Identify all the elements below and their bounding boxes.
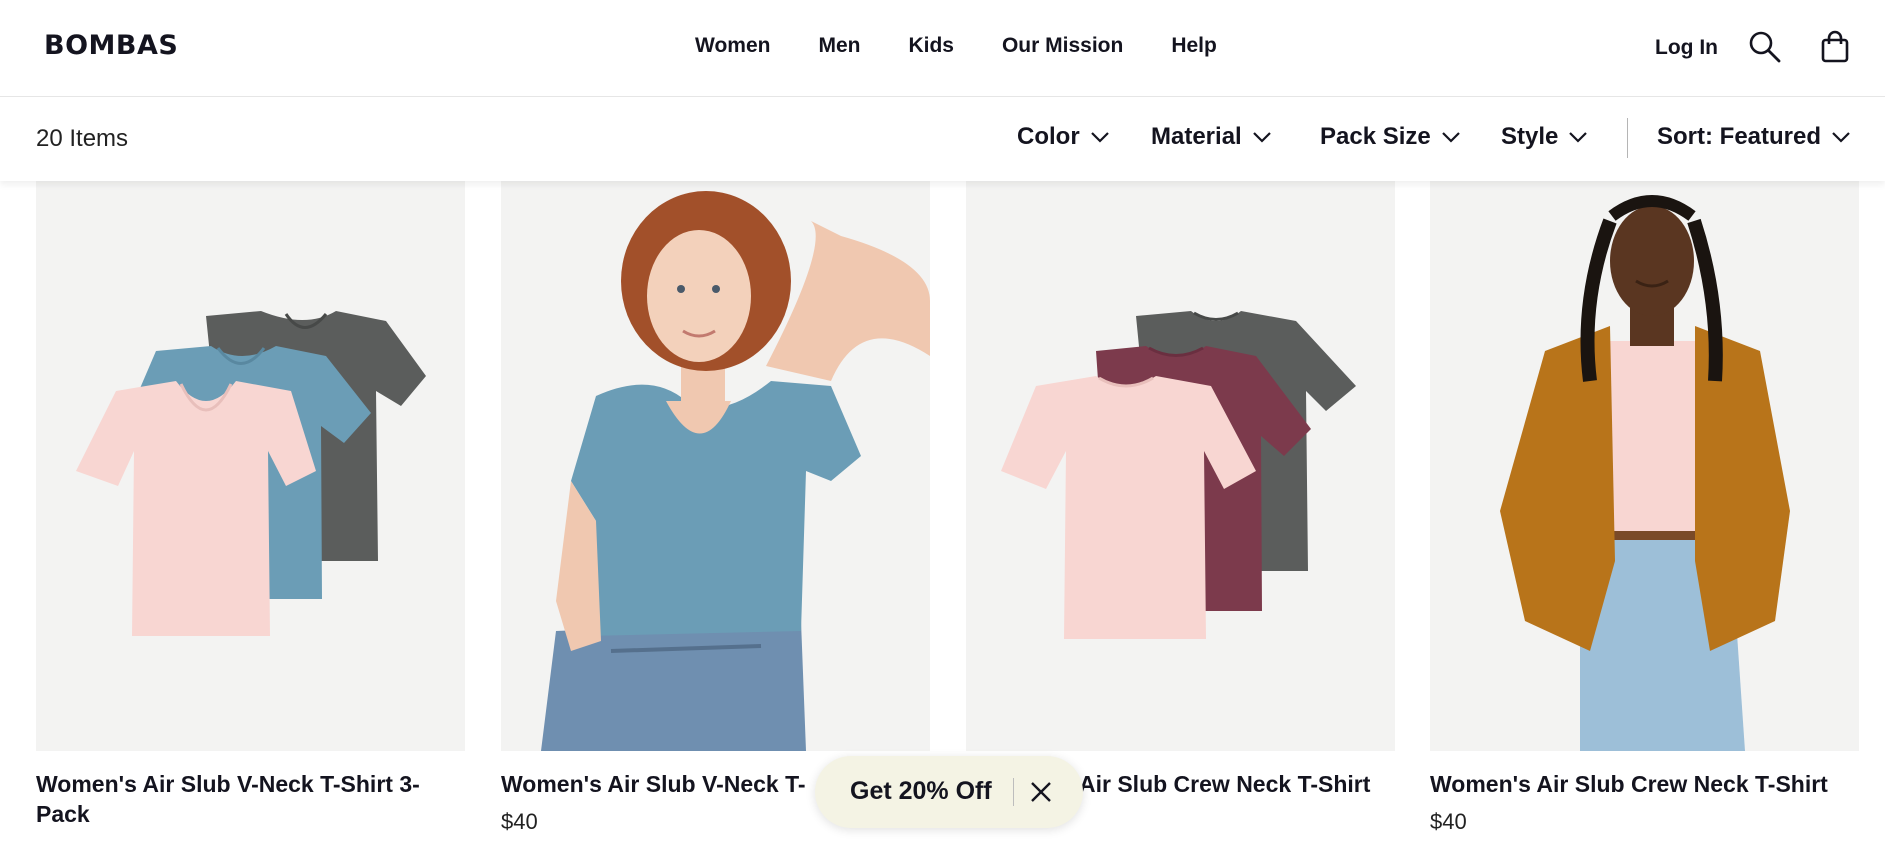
filter-material-label: Material (1151, 123, 1242, 150)
nav-women[interactable]: Women (695, 34, 770, 58)
chevron-down-icon (1252, 132, 1271, 143)
chevron-down-icon (1569, 132, 1588, 143)
filter-style-label: Style (1501, 123, 1559, 150)
sort-dropdown[interactable]: Sort: Featured (1657, 123, 1851, 151)
product-image[interactable] (501, 181, 930, 751)
product-image[interactable] (966, 181, 1395, 751)
search-icon[interactable] (1748, 30, 1782, 64)
filter-style[interactable]: Style (1501, 123, 1588, 151)
filter-pack-size[interactable]: Pack Size (1320, 123, 1461, 151)
sort-label: Sort: Featured (1657, 123, 1822, 150)
chevron-down-icon (1441, 132, 1460, 143)
nav-kids[interactable]: Kids (908, 34, 954, 58)
filter-pack-size-label: Pack Size (1320, 123, 1431, 150)
product-card[interactable]: Women's Air Slub V-Neck T-Shirt 3-Pack (36, 181, 465, 829)
product-name[interactable]: Women's Air Slub V-Neck T-Shirt 3-Pack (36, 769, 465, 829)
product-image[interactable] (36, 181, 465, 751)
product-grid: Women's Air Slub V-Neck T-Shirt 3-Pack W… (0, 181, 1885, 843)
filter-color[interactable]: Color (1017, 123, 1110, 151)
product-card[interactable]: Women's Air Slub Crew Neck T-Shirt $40 (1430, 181, 1859, 835)
filter-bar: 20 Items Color Material Pack Size Style … (0, 97, 1885, 181)
filter-material[interactable]: Material (1151, 123, 1272, 151)
promo-text[interactable]: Get 20% Off (850, 777, 992, 806)
bombas-logo[interactable]: BOMBAS (44, 30, 178, 61)
nav-help[interactable]: Help (1171, 34, 1217, 58)
item-count: 20 Items (36, 125, 129, 152)
login-link[interactable]: Log In (1655, 36, 1718, 60)
main-nav: Women Men Kids Our Mission Help (695, 34, 1217, 58)
chevron-down-icon (1832, 132, 1850, 143)
close-icon[interactable] (1027, 778, 1055, 806)
product-name[interactable]: Women's Air Slub Crew Neck T-Shirt (1430, 769, 1859, 799)
nav-our-mission[interactable]: Our Mission (1002, 34, 1123, 58)
site-header: BOMBAS Women Men Kids Our Mission Help L… (0, 0, 1885, 97)
filter-color-label: Color (1017, 123, 1080, 150)
product-card[interactable]: Air Slub Crew Neck T-Shirt (966, 181, 1395, 799)
shopping-bag-icon[interactable] (1818, 30, 1852, 64)
product-price: $40 (1430, 809, 1467, 834)
promo-divider (1013, 778, 1014, 806)
discount-promo[interactable]: Get 20% Off (815, 756, 1083, 828)
nav-men[interactable]: Men (818, 34, 860, 58)
product-image[interactable] (1430, 181, 1859, 751)
product-card[interactable]: Women's Air Slub V-Neck T- $40 (501, 181, 930, 835)
chevron-down-icon (1090, 132, 1109, 143)
filter-divider (1627, 118, 1628, 158)
